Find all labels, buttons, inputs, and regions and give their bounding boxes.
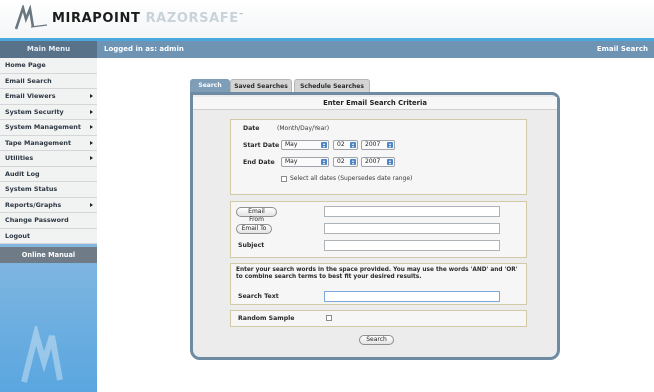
subject-label: Subject bbox=[238, 242, 265, 249]
sidebar-item-label: Audit Log bbox=[5, 169, 40, 178]
submenu-arrow-icon bbox=[90, 109, 93, 114]
sidebar-item-reports-graphs[interactable]: Reports/Graphs bbox=[0, 198, 97, 213]
submenu-arrow-icon bbox=[90, 125, 93, 129]
search-text-input[interactable] bbox=[324, 291, 500, 302]
search-instructions: Enter your search words in the space pro… bbox=[236, 267, 518, 281]
tab-search[interactable]: Search bbox=[190, 79, 230, 92]
brand-wordmark: MIRAPOINT RAZORSAFE™ bbox=[52, 11, 244, 26]
start-month-value: May bbox=[285, 141, 298, 148]
end-day-select[interactable]: 02 bbox=[333, 157, 358, 167]
submenu-arrow-icon bbox=[90, 94, 93, 98]
end-month-select[interactable]: May bbox=[281, 157, 329, 167]
sidebar-item-change-password[interactable]: Change Password bbox=[0, 213, 97, 229]
select-arrows-icon bbox=[321, 159, 327, 165]
mirapoint-logo-icon bbox=[14, 5, 48, 30]
select-arrows-icon bbox=[350, 159, 356, 165]
main-menu-title: Main Menu bbox=[0, 41, 97, 58]
search-button[interactable]: Search bbox=[359, 335, 394, 345]
sidebar-item-label: System Management bbox=[5, 123, 81, 131]
submenu-arrow-icon bbox=[90, 140, 93, 145]
sidebar-item-label: Reports/Graphs bbox=[5, 200, 62, 209]
sidebar-item-system-status[interactable]: System Status bbox=[0, 182, 97, 198]
app-header: MIRAPOINT RAZORSAFE™ bbox=[0, 0, 654, 38]
form-title: Enter Email Search Criteria bbox=[193, 97, 557, 110]
sidebar: Home Page Email Search Email Viewers Sys… bbox=[0, 58, 97, 392]
date-range-section: Date (Month/Day/Year) Start Date May 02 … bbox=[230, 119, 527, 195]
sidebar-item-label: System Status bbox=[5, 185, 58, 193]
sidebar-menu: Home Page Email Search Email Viewers Sys… bbox=[0, 58, 97, 244]
random-sample-section: Random Sample bbox=[230, 310, 527, 327]
end-day-value: 02 bbox=[337, 158, 345, 165]
date-label: Date bbox=[243, 125, 260, 132]
end-year-value: 2007 bbox=[365, 158, 381, 165]
tab-schedule-searches[interactable]: Schedule Searches bbox=[294, 79, 370, 92]
select-arrows-icon bbox=[387, 159, 393, 165]
brand-secondary: RAZORSAFE bbox=[145, 11, 239, 26]
main-content: Search Saved Searches Schedule Searches … bbox=[97, 58, 654, 392]
select-all-dates-checkbox[interactable] bbox=[281, 176, 287, 182]
sidebar-item-utilities[interactable]: Utilities bbox=[0, 151, 97, 167]
date-format-hint: (Month/Day/Year) bbox=[277, 125, 330, 132]
end-month-value: May bbox=[285, 158, 298, 165]
page-title: Email Search bbox=[596, 45, 648, 53]
top-bar: Main Menu Logged in as: admin Email Sear… bbox=[0, 38, 654, 58]
sidebar-item-label: Email Viewers bbox=[5, 92, 56, 100]
sidebar-item-label: Change Password bbox=[5, 216, 69, 224]
brand-trademark: ™ bbox=[238, 12, 245, 19]
online-manual-link[interactable]: Online Manual bbox=[0, 247, 97, 263]
end-year-select[interactable]: 2007 bbox=[361, 157, 395, 167]
sidebar-item-label: System Security bbox=[5, 107, 64, 116]
logged-in-status: Logged in as: admin bbox=[104, 45, 184, 53]
email-to-field[interactable] bbox=[324, 223, 500, 234]
sidebar-item-tape-management[interactable]: Tape Management bbox=[0, 136, 97, 151]
select-arrows-icon bbox=[350, 142, 356, 148]
email-to-button[interactable]: Email To bbox=[236, 224, 272, 234]
tab-saved-searches[interactable]: Saved Searches bbox=[230, 79, 292, 92]
random-sample-label: Random Sample bbox=[238, 315, 295, 322]
search-text-label: Search Text bbox=[238, 293, 279, 300]
sidebar-item-label: Home Page bbox=[5, 61, 46, 69]
start-year-select[interactable]: 2007 bbox=[361, 140, 395, 150]
start-date-label: Start Date bbox=[243, 142, 280, 149]
sidebar-item-label: Logout bbox=[5, 231, 31, 240]
sidebar-item-audit-log[interactable]: Audit Log bbox=[0, 167, 97, 182]
search-text-section: Enter your search words in the space pro… bbox=[230, 263, 527, 305]
address-section: Email From Email To Subject bbox=[230, 201, 527, 258]
start-month-select[interactable]: May bbox=[281, 140, 329, 150]
sidebar-item-email-search[interactable]: Email Search bbox=[0, 74, 97, 89]
end-date-label: End Date bbox=[243, 159, 275, 166]
brand-primary: MIRAPOINT bbox=[52, 11, 141, 26]
sidebar-item-label: Tape Management bbox=[5, 138, 72, 147]
sidebar-item-logout[interactable]: Logout bbox=[0, 229, 97, 244]
select-arrows-icon bbox=[321, 142, 327, 148]
select-arrows-icon bbox=[387, 142, 393, 148]
sidebar-item-label: Email Search bbox=[5, 76, 52, 85]
sidebar-item-email-viewers[interactable]: Email Viewers bbox=[0, 89, 97, 105]
subject-field[interactable] bbox=[324, 240, 500, 251]
submenu-arrow-icon bbox=[90, 156, 93, 160]
sidebar-item-label: Utilities bbox=[5, 154, 34, 162]
start-year-value: 2007 bbox=[365, 141, 381, 148]
watermark-logo-icon bbox=[21, 326, 63, 383]
submenu-arrow-icon bbox=[90, 202, 93, 207]
sidebar-item-home-page[interactable]: Home Page bbox=[0, 58, 97, 74]
select-all-dates-label: Select all dates (Supersedes date range) bbox=[290, 175, 413, 182]
search-panel: Enter Email Search Criteria Date (Month/… bbox=[190, 92, 560, 360]
email-from-field[interactable] bbox=[324, 206, 500, 217]
random-sample-checkbox[interactable] bbox=[326, 315, 332, 321]
email-from-button[interactable]: Email From bbox=[236, 207, 277, 223]
start-day-value: 02 bbox=[337, 141, 345, 148]
start-day-select[interactable]: 02 bbox=[333, 140, 358, 150]
sidebar-item-system-management[interactable]: System Management bbox=[0, 120, 97, 136]
sidebar-item-system-security[interactable]: System Security bbox=[0, 105, 97, 120]
